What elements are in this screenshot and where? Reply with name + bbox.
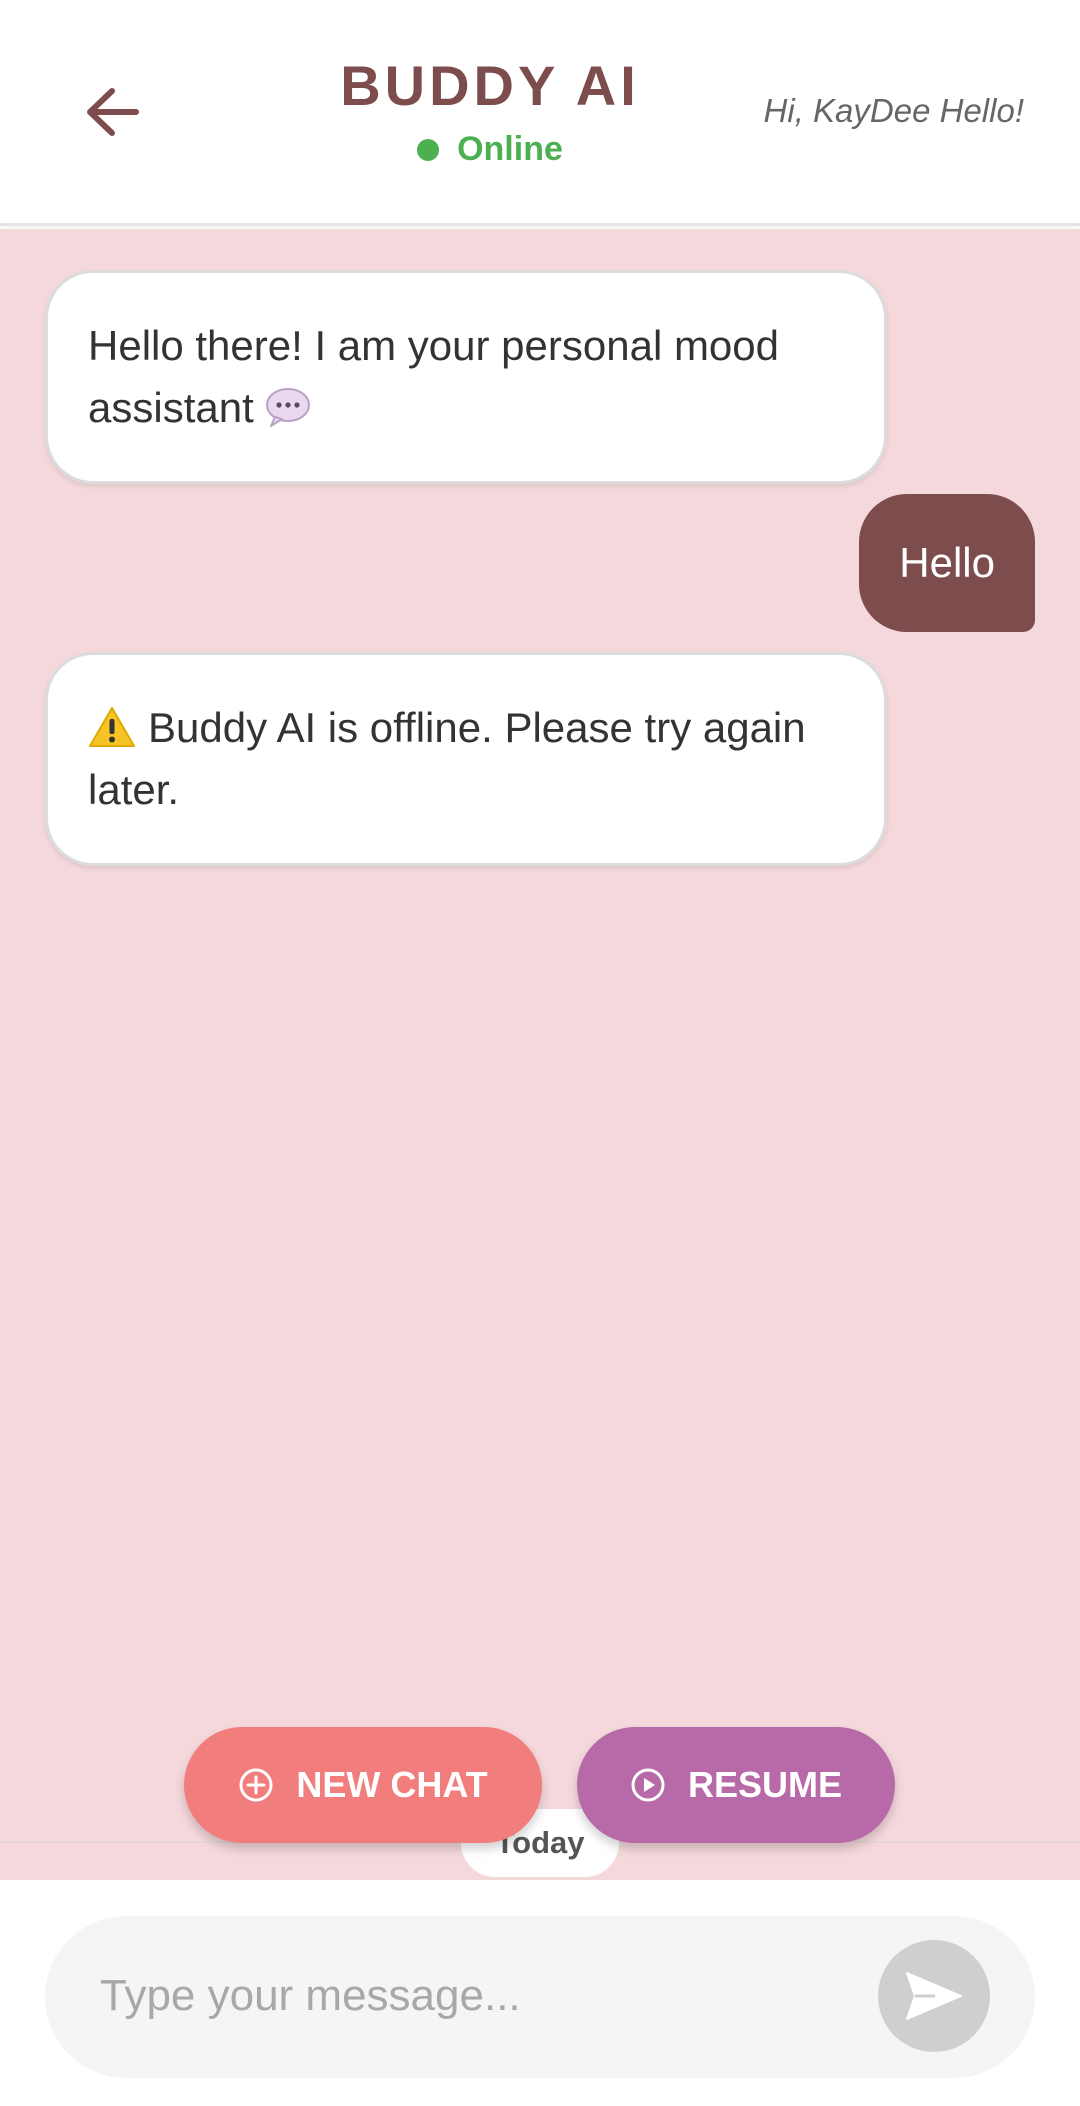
bot-message: Buddy AI is offline. Please try again la… (45, 652, 887, 866)
bot-message: Hello there! I am your personal mood ass… (45, 270, 887, 484)
play-circle-icon (631, 1768, 665, 1802)
user-greeting: Hi, KayDee Hello! (763, 92, 1024, 129)
status-indicator: Online (290, 130, 690, 169)
composer-bar (0, 1880, 1080, 2106)
resume-label: RESUME (687, 1764, 843, 1805)
plus-circle-icon (239, 1768, 273, 1802)
new-chat-label: NEW CHAT (296, 1764, 488, 1805)
new-chat-button[interactable]: NEW CHAT (184, 1727, 542, 1843)
send-button[interactable] (878, 1940, 990, 2052)
arrow-left-icon (87, 88, 139, 136)
app-header: BUDDY AI Online Hi, KayDee Hello! (0, 0, 1080, 226)
user-message: Hello (859, 494, 1035, 632)
composer-field-container (45, 1916, 1035, 2078)
message-input[interactable] (100, 1956, 880, 2036)
chat-screen: BUDDY AI Online Hi, KayDee Hello! Hello … (0, 0, 1080, 2106)
resume-button[interactable]: RESUME (577, 1727, 895, 1843)
message-text: Buddy AI is offline. Please try again la… (88, 704, 806, 813)
page-title: BUDDY AI (340, 54, 640, 117)
header-title-group: BUDDY AI Online (290, 50, 690, 169)
warning-icon (89, 706, 135, 747)
message-list[interactable]: Hello there! I am your personal mood ass… (0, 229, 1080, 1880)
message-text: Hello there! I am your personal mood ass… (88, 322, 780, 431)
message-text: Hello (899, 539, 995, 586)
back-button[interactable] (78, 78, 146, 146)
status-label: Online (457, 130, 563, 168)
online-dot-icon (417, 138, 440, 161)
send-icon (906, 1972, 962, 2020)
speech-bubble-icon (266, 387, 311, 427)
